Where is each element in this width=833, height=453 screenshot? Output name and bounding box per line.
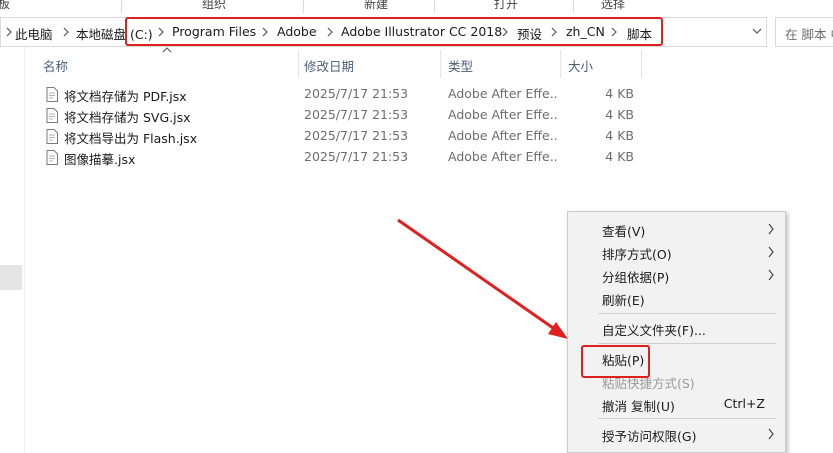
file-type: Adobe After Effe... [448, 149, 558, 164]
file-name: 将文档导出为 Flash.jsx [64, 131, 198, 146]
file-date: 2025/7/17 21:53 [304, 107, 409, 122]
script-file-icon [46, 129, 58, 144]
file-date: 2025/7/17 21:53 [304, 86, 409, 101]
menu-separator [598, 343, 776, 344]
file-date: 2025/7/17 21:53 [304, 149, 409, 164]
file-size: 4 KB [605, 107, 634, 122]
menu-item-view[interactable]: 查看(V) [568, 218, 785, 240]
ribbon-group-open: 打开 [494, 0, 519, 11]
menu-item-refresh[interactable]: 刷新(E) [568, 287, 785, 309]
search-placeholder: 在 脚本 中 [785, 27, 833, 42]
script-file-icon [46, 108, 58, 123]
chevron-right-icon [768, 223, 774, 235]
column-type[interactable]: 类型 [448, 56, 473, 75]
sort-ascending-icon [162, 47, 172, 53]
column-divider[interactable] [440, 50, 441, 78]
file-row[interactable]: 图像描摹.jsx 2025/7/17 21:53 Adobe After Eff… [42, 147, 642, 168]
file-size: 4 KB [605, 149, 634, 164]
menu-item-customize-folder[interactable]: 自定义文件夹(F)... [568, 317, 785, 339]
menu-separator [598, 313, 776, 314]
chevron-right-icon[interactable] [61, 25, 71, 39]
column-divider[interactable] [641, 50, 642, 78]
address-row: 此电脑 本地磁盘 (C:) Program Files Adobe Adobe … [0, 17, 833, 47]
context-menu: 查看(V) 排序方式(O) 分组依据(P) 刷新(E) 自定义文件夹(F)...… [567, 211, 786, 453]
ribbon-divider [573, 0, 574, 13]
file-row[interactable]: 将文档存储为 SVG.jsx 2025/7/17 21:53 Adobe Aft… [42, 105, 642, 126]
column-divider[interactable] [560, 50, 561, 78]
column-name[interactable]: 名称 [43, 56, 68, 75]
file-row[interactable]: 将文档导出为 Flash.jsx 2025/7/17 21:53 Adobe A… [42, 126, 642, 147]
path-highlight-box [125, 17, 663, 46]
column-date[interactable]: 修改日期 [304, 56, 354, 75]
file-name: 将文档存储为 PDF.jsx [64, 89, 187, 104]
file-type: Adobe After Effe... [448, 86, 558, 101]
file-size: 4 KB [605, 128, 634, 143]
menu-item-give-access[interactable]: 授予访问权限(G) [568, 423, 785, 445]
ribbon-divider [121, 0, 122, 13]
file-type: Adobe After Effe... [448, 128, 558, 143]
menu-item-sort[interactable]: 排序方式(O) [568, 241, 785, 263]
undo-shortcut: Ctrl+Z [723, 396, 765, 411]
nav-selected-item[interactable] [0, 265, 22, 290]
chevron-right-icon [768, 246, 774, 258]
chevron-right-icon [768, 269, 774, 281]
ribbon-group-select: 选择 [601, 0, 626, 11]
file-size: 4 KB [605, 86, 634, 101]
menu-item-undo-copy[interactable]: 撤消 复制(U) Ctrl+Z [568, 393, 785, 415]
file-name: 图像描摹.jsx [64, 152, 136, 167]
address-bar[interactable]: 此电脑 本地磁盘 (C:) Program Files Adobe Adobe … [0, 17, 767, 47]
script-file-icon [46, 150, 58, 165]
script-file-icon [46, 87, 58, 102]
ribbon-group-clipboard: 板 [0, 0, 11, 11]
column-size[interactable]: 大小 [568, 56, 593, 75]
paste-highlight-box [581, 345, 650, 378]
file-row[interactable]: 将文档存储为 PDF.jsx 2025/7/17 21:53 Adobe Aft… [42, 84, 642, 105]
chevron-right-icon[interactable] [4, 25, 14, 39]
ribbon-group-new: 新建 [364, 0, 389, 11]
menu-item-group[interactable]: 分组依据(P) [568, 264, 785, 286]
column-headers: 名称 修改日期 类型 大小 [24, 47, 644, 78]
ribbon-divider [303, 0, 304, 13]
chevron-right-icon [768, 428, 774, 440]
column-divider[interactable] [298, 50, 299, 78]
file-name: 将文档存储为 SVG.jsx [64, 110, 191, 125]
ribbon-group-labels: 板 组织 新建 打开 选择 [0, 0, 833, 13]
search-input[interactable]: 在 脚本 中 [775, 17, 833, 47]
ribbon-group-organize: 组织 [202, 0, 227, 11]
file-date: 2025/7/17 21:53 [304, 128, 409, 143]
file-type: Adobe After Effe... [448, 107, 558, 122]
ribbon-divider [434, 0, 435, 13]
crumb-this-pc[interactable]: 此电脑 [15, 24, 53, 43]
chevron-down-icon[interactable] [750, 24, 764, 38]
menu-separator [598, 418, 776, 419]
navigation-pane[interactable] [0, 47, 25, 453]
